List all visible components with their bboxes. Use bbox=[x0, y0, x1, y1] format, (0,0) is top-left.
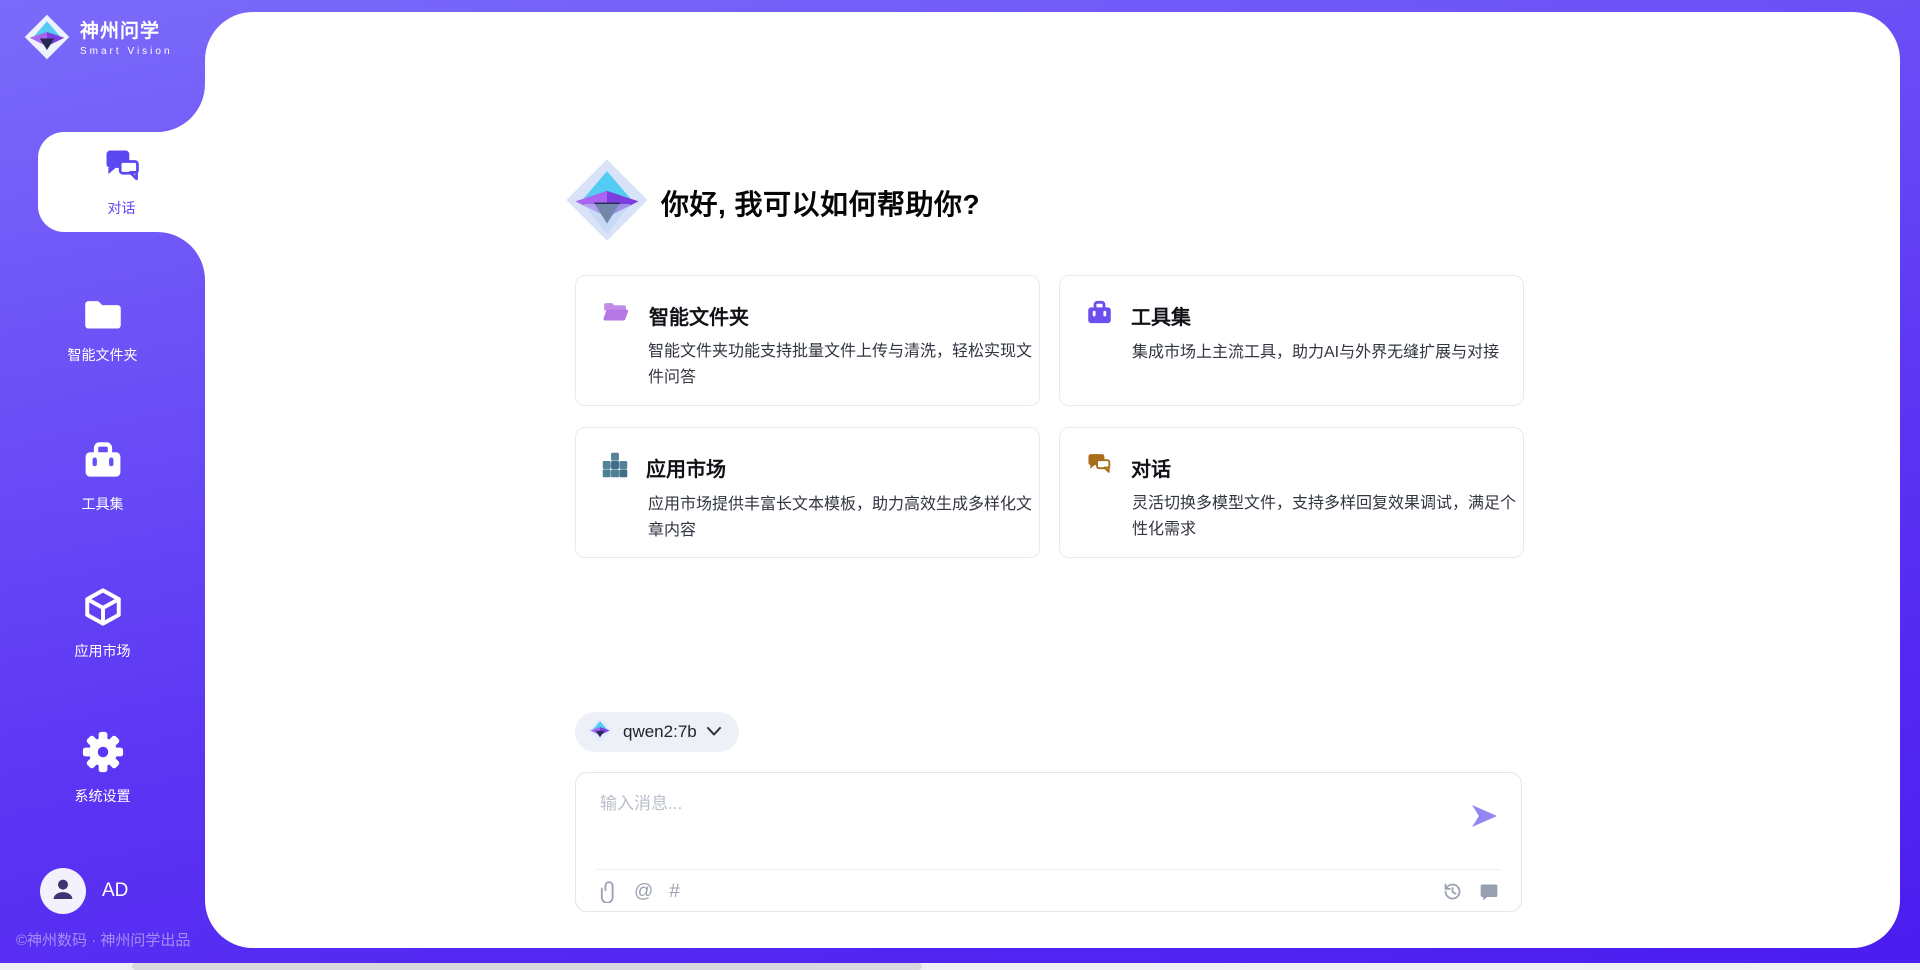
sidebar-item-tools[interactable]: 工具集 bbox=[0, 441, 205, 514]
paperclip-icon[interactable] bbox=[600, 881, 618, 903]
greeting-logo-icon bbox=[565, 158, 649, 247]
card-title: 对话 bbox=[1131, 453, 1171, 482]
gear-icon bbox=[82, 731, 124, 778]
tab-curve-top bbox=[157, 84, 205, 132]
card-description: 灵活切换多模型文件，支持多样回复效果调试，满足个性化需求 bbox=[1132, 491, 1524, 543]
user-initials: AD bbox=[102, 880, 128, 902]
briefcase-icon bbox=[82, 441, 124, 486]
avatar bbox=[40, 868, 86, 914]
input-toolbar-right bbox=[1442, 881, 1499, 902]
sidebar-item-label: 系统设置 bbox=[75, 786, 131, 806]
model-selector[interactable]: qwen2:7b bbox=[575, 712, 739, 752]
feature-cards: 智能文件夹 智能文件夹功能支持批量文件上传与清洗，轻松实现文件问答 工具集 集成… bbox=[575, 275, 1524, 558]
main-content: 你好, 我可以如何帮助你? 智能文件夹 智能文件夹功能支持批量文件上传与清洗，轻… bbox=[205, 12, 1900, 948]
app-logo-icon bbox=[24, 14, 70, 65]
card-title: 应用市场 bbox=[646, 453, 726, 482]
send-icon[interactable] bbox=[1469, 803, 1499, 834]
card-description: 集成市场上主流工具，助力AI与外界无缝扩展与对接 bbox=[1132, 340, 1524, 366]
app-logo: 神州问学 Smart Vision bbox=[24, 14, 173, 65]
chevron-down-icon bbox=[707, 723, 721, 741]
user-profile[interactable]: AD bbox=[40, 868, 128, 914]
hash-icon[interactable]: # bbox=[669, 881, 680, 903]
cube-icon bbox=[82, 586, 124, 633]
card-description: 应用市场提供丰富长文本模板，助力高效生成多样化文章内容 bbox=[648, 492, 1040, 544]
sidebar-item-folders[interactable]: 智能文件夹 bbox=[0, 296, 205, 365]
scrollbar-thumb[interactable] bbox=[132, 963, 922, 970]
folder-icon bbox=[82, 296, 124, 337]
model-name: qwen2:7b bbox=[623, 722, 697, 742]
card-chat[interactable]: 对话 灵活切换多模型文件，支持多样回复效果调试，满足个性化需求 bbox=[1059, 427, 1524, 558]
sidebar-item-label: 对话 bbox=[108, 198, 136, 218]
model-logo-icon bbox=[587, 717, 613, 748]
input-divider bbox=[596, 869, 1501, 870]
chat-input-box: @ # bbox=[575, 772, 1522, 912]
sidebar-item-market[interactable]: 应用市场 bbox=[0, 586, 205, 661]
card-title: 工具集 bbox=[1131, 301, 1191, 330]
message-input[interactable] bbox=[600, 789, 1460, 855]
chat-bubble-icon[interactable] bbox=[1479, 882, 1499, 902]
tab-curve-bottom bbox=[157, 232, 205, 280]
card-app-market[interactable]: 应用市场 应用市场提供丰富长文本模板，助力高效生成多样化文章内容 bbox=[575, 427, 1040, 558]
sidebar-item-chat[interactable]: 对话 bbox=[38, 132, 205, 232]
at-icon[interactable]: @ bbox=[634, 881, 653, 903]
chat-bubbles-icon bbox=[1086, 452, 1113, 482]
person-icon bbox=[48, 874, 78, 909]
sidebar-item-label: 应用市场 bbox=[75, 641, 131, 661]
sidebar-item-label: 工具集 bbox=[82, 494, 124, 514]
horizontal-scrollbar[interactable] bbox=[0, 963, 1920, 970]
sidebar-item-settings[interactable]: 系统设置 bbox=[0, 731, 205, 806]
cube-grid-icon bbox=[602, 452, 628, 483]
card-title: 智能文件夹 bbox=[649, 301, 749, 330]
chat-icon bbox=[102, 146, 142, 191]
history-icon[interactable] bbox=[1442, 881, 1463, 902]
card-toolset[interactable]: 工具集 集成市场上主流工具，助力AI与外界无缝扩展与对接 bbox=[1059, 275, 1524, 406]
app-subtitle: Smart Vision bbox=[80, 46, 173, 57]
sidebar-item-label: 智能文件夹 bbox=[68, 345, 138, 365]
card-description: 智能文件夹功能支持批量文件上传与清洗，轻松实现文件问答 bbox=[648, 339, 1040, 391]
app-name: 神州问学 bbox=[80, 22, 173, 43]
folder-open-icon bbox=[602, 300, 631, 330]
copyright-text: ©神州数码 · 神州问学出品 bbox=[16, 929, 190, 950]
greeting-title: 你好, 我可以如何帮助你? bbox=[661, 183, 980, 223]
briefcase-icon bbox=[1086, 300, 1113, 331]
greeting: 你好, 我可以如何帮助你? bbox=[565, 158, 980, 247]
card-smart-folder[interactable]: 智能文件夹 智能文件夹功能支持批量文件上传与清洗，轻松实现文件问答 bbox=[575, 275, 1040, 406]
input-toolbar-left: @ # bbox=[600, 881, 680, 903]
